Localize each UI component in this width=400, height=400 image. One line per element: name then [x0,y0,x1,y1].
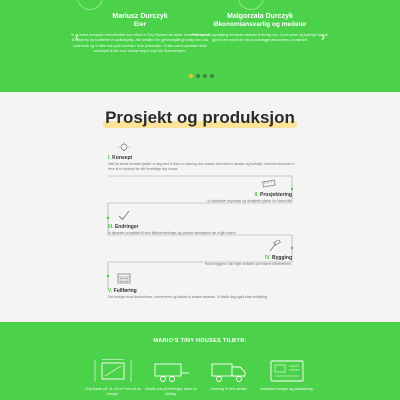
offer-text: Levering til hele landet. [210,387,248,391]
step-number: III. [108,224,114,230]
step-title: III. Endringer [108,224,298,231]
step-description: Vi utarbeider tegninger og detaljerte pl… [207,199,292,203]
ruler-pencil-icon [262,179,276,188]
step-title: II. Prosjektering [190,192,292,199]
offer-item: Levering til hele landet. [199,358,259,392]
step-title: I. Konsept [108,155,298,162]
step-description: Helt fra første kontakt hjelper vi deg m… [108,162,295,171]
step-number: V. [108,288,113,294]
step-description: Huset bygges i vårt eget verksted av erf… [204,262,292,266]
step-label: Prosjektering [260,192,292,198]
house-plan-icon [117,273,131,284]
offer-text: Tiny house på 14–30 m² med alt du trenge… [84,387,142,396]
step-label: Bygging [272,255,292,261]
offer-item: Mobile hus på tilhenger, klare for flytt… [141,358,201,397]
offer-text: Individuell design og planløsning. [260,387,314,391]
offer-item: Tiny house på 14–30 m² med alt du trenge… [83,358,143,397]
step-description: Det ferdige huset kontrolleres, overleve… [108,295,268,299]
offer-item: Individuell design og planløsning. [257,358,317,392]
timeline-step: I. Konsept Helt fra første kontakt hjelp… [108,155,298,171]
timeline-step: IV. Bygging Huset bygges i vårt eget ver… [150,255,292,267]
hammer-icon [269,240,281,252]
step-title: V. Fullføring [108,288,298,295]
step-number: I. [108,155,111,161]
timeline-step: II. Prosjektering Vi utarbeider tegninge… [190,192,292,204]
lightbulb-icon [118,142,130,151]
offers-section: MARIO'S TINY HOUSES TILBYR: Tiny house p… [0,322,400,400]
checkmark-icon [118,210,130,221]
step-number: IV. [264,255,271,261]
step-number: II. [254,192,259,198]
step-description: Vi tilpasser prosjektet til dine tilbake… [108,231,237,235]
step-label: Konsept [112,155,133,161]
step-label: Fullføring [113,288,137,294]
timeline-step: III. Endringer Vi tilpasser prosjektet t… [108,224,298,236]
delivery-truck-icon [211,363,246,382]
offer-text: Mobile hus på tilhenger, klare for flytt… [145,387,197,396]
offers-title: MARIO'S TINY HOUSES TILBYR: [153,338,247,344]
design-plan-icon [270,360,304,382]
trailer-icon [154,363,189,382]
timeline-step: V. Fullføring Det ferdige huset kontroll… [108,288,298,300]
step-label: Endringer [114,224,139,230]
house-size-icon [94,359,132,382]
step-title: IV. Bygging [150,255,292,262]
